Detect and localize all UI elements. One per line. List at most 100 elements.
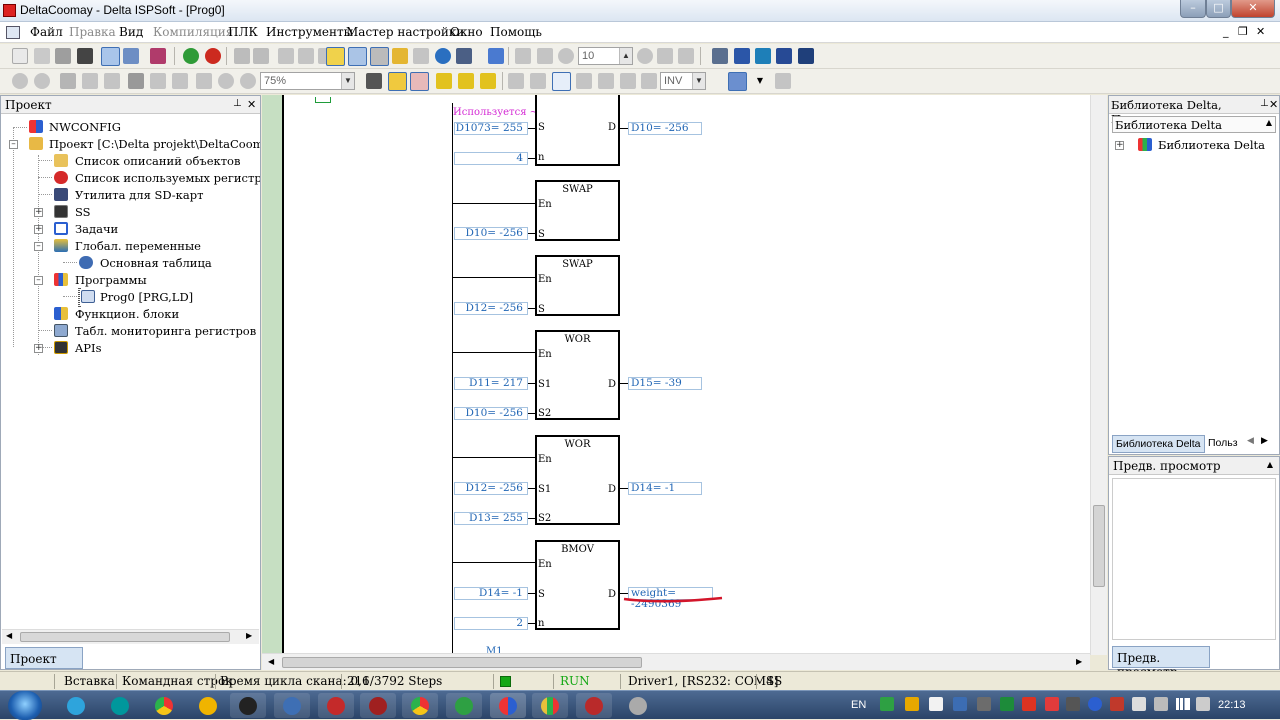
function-block-bmov[interactable]: BMOV En S n D: [535, 540, 620, 630]
set-icon[interactable]: [413, 48, 429, 64]
select-pointer-icon[interactable]: [552, 72, 571, 91]
force-icon[interactable]: [392, 48, 408, 64]
hscroll-thumb[interactable]: [282, 657, 642, 668]
minimize-button[interactable]: –: [1180, 0, 1206, 18]
online-icon[interactable]: [234, 48, 250, 64]
coil-icon[interactable]: [576, 73, 592, 89]
tray-shield-icon[interactable]: [1000, 697, 1014, 711]
tray-usb-icon[interactable]: [977, 697, 991, 711]
taskbar-app-red[interactable]: [318, 693, 354, 718]
taskbar-chrome-2[interactable]: [402, 693, 438, 718]
forward-icon[interactable]: [34, 73, 50, 89]
signal-icon[interactable]: [1176, 698, 1190, 710]
tray-sync-icon[interactable]: [1154, 697, 1168, 711]
expand-global-vars-icon[interactable]: –: [34, 242, 43, 251]
input-n-bmov[interactable]: 2: [454, 617, 528, 630]
tray-flag-icon[interactable]: [1132, 697, 1146, 711]
view-project-icon[interactable]: [101, 47, 120, 66]
menu-view[interactable]: Вид: [119, 25, 143, 39]
wire-icon[interactable]: [620, 73, 636, 89]
tray-warning-icon[interactable]: [905, 697, 919, 711]
menu-window[interactable]: Окно: [450, 25, 483, 39]
input-s-swap-1[interactable]: D10= -256: [454, 227, 528, 240]
ladder-editor[interactable]: Используется ~ S n D D1073= 255 4 D10= -…: [282, 95, 1090, 653]
vscroll-thumb[interactable]: [1093, 505, 1105, 587]
mdi-close-button[interactable]: ✕: [1256, 25, 1265, 38]
zoom-out-icon[interactable]: [240, 73, 256, 89]
back-icon[interactable]: [12, 73, 28, 89]
expand-ss-icon[interactable]: +: [34, 208, 43, 217]
start-button[interactable]: [8, 691, 42, 720]
input-n-top[interactable]: 4: [454, 152, 528, 165]
output-d-top[interactable]: D10= -256: [628, 122, 702, 135]
library-icon[interactable]: [150, 48, 166, 64]
library-pin-icon[interactable]: ⊥: [1260, 98, 1269, 109]
project-hscrollbar[interactable]: ◀ ▶: [2, 629, 259, 644]
user-tab[interactable]: Польз: [1206, 435, 1242, 453]
comment-icon[interactable]: [366, 73, 382, 89]
tray-security-icon[interactable]: [1022, 697, 1036, 711]
device-comment-icon[interactable]: [388, 72, 407, 91]
function-block-wor-2[interactable]: WOR En S1 S2 D: [535, 435, 620, 525]
monitor-grid-icon[interactable]: [370, 47, 389, 66]
panel-close-icon[interactable]: ✕: [247, 98, 256, 111]
input-s1-wor-2[interactable]: D12= -256: [454, 482, 528, 495]
menu-edit[interactable]: Правка: [69, 25, 116, 39]
reset-icon[interactable]: [678, 48, 694, 64]
input-s-swap-2[interactable]: D12= -256: [454, 302, 528, 315]
mdi-minimize-button[interactable]: _: [1223, 25, 1229, 38]
insert-column-icon[interactable]: [458, 73, 474, 89]
menu-file[interactable]: Файл: [30, 25, 63, 39]
print-icon[interactable]: [77, 48, 93, 64]
taskbar-app-red-2[interactable]: [360, 693, 396, 718]
device-icon[interactable]: [456, 48, 472, 64]
view-output-icon[interactable]: [123, 48, 139, 64]
bookmark-icon[interactable]: [196, 73, 212, 89]
input-s1-wor-1[interactable]: D11= 217: [454, 377, 528, 390]
editor-vscrollbar[interactable]: [1090, 95, 1107, 655]
expand-programs-icon[interactable]: –: [34, 276, 43, 285]
zoom-in-icon[interactable]: [218, 73, 234, 89]
taskbar-explorer[interactable]: [230, 693, 266, 718]
taskbar-app-blue[interactable]: [274, 693, 310, 718]
contact-nc-icon[interactable]: [530, 73, 546, 89]
taskbar-chrome[interactable]: [146, 693, 182, 718]
contact-no-icon[interactable]: [508, 73, 524, 89]
menu-wizard[interactable]: Мастер настройки: [346, 25, 464, 39]
vertical-wire-icon[interactable]: [641, 73, 657, 89]
function-icon[interactable]: [598, 73, 614, 89]
step-count-input[interactable]: 10 ▲: [578, 47, 633, 65]
taskbar-telegram[interactable]: [58, 693, 94, 718]
preview-tab[interactable]: Предв. просмотр: [1112, 646, 1210, 679]
replace-icon[interactable]: [150, 73, 166, 89]
taskbar-arduino[interactable]: [102, 693, 138, 718]
branch-icon[interactable]: [728, 72, 747, 91]
mdi-doc-icon[interactable]: [6, 26, 20, 39]
taskbar-app-gray[interactable]: [620, 693, 656, 718]
step-icon[interactable]: [537, 48, 553, 64]
input-s-top[interactable]: D1073= 255: [454, 122, 528, 135]
editor-hscrollbar[interactable]: ◀ ▶: [262, 653, 1090, 670]
offline-icon[interactable]: [253, 48, 269, 64]
tray-app-2-icon[interactable]: [1066, 697, 1080, 711]
stop-icon[interactable]: [205, 48, 221, 64]
taskbar-app-warning[interactable]: [190, 693, 226, 718]
output-d-wor-1[interactable]: D15= -39: [628, 377, 702, 390]
zoom-select[interactable]: 75% ▼: [260, 72, 355, 90]
bluetooth-icon[interactable]: [1088, 697, 1102, 711]
pin-icon[interactable]: ⊥: [233, 98, 242, 109]
taskbar-app-red-3[interactable]: [576, 693, 612, 718]
mdi-restore-button[interactable]: ❐: [1238, 25, 1248, 38]
monitor-table-icon[interactable]: [348, 47, 367, 66]
scroll-right-icon[interactable]: ▶: [1076, 657, 1082, 666]
function-block-swap-2[interactable]: SWAP En S: [535, 255, 620, 316]
pause-icon[interactable]: [637, 48, 653, 64]
symbol-icon[interactable]: [410, 72, 429, 91]
open-icon[interactable]: [34, 48, 50, 64]
expand-library-icon[interactable]: +: [1115, 141, 1124, 150]
input-s2-wor-2[interactable]: D13= 255: [454, 512, 528, 525]
library-combo[interactable]: Библиотека Delta ▲: [1112, 116, 1276, 133]
delete-row-icon[interactable]: [480, 73, 496, 89]
tray-doc-icon[interactable]: [929, 697, 943, 711]
function-block-top[interactable]: S n D: [535, 95, 620, 166]
